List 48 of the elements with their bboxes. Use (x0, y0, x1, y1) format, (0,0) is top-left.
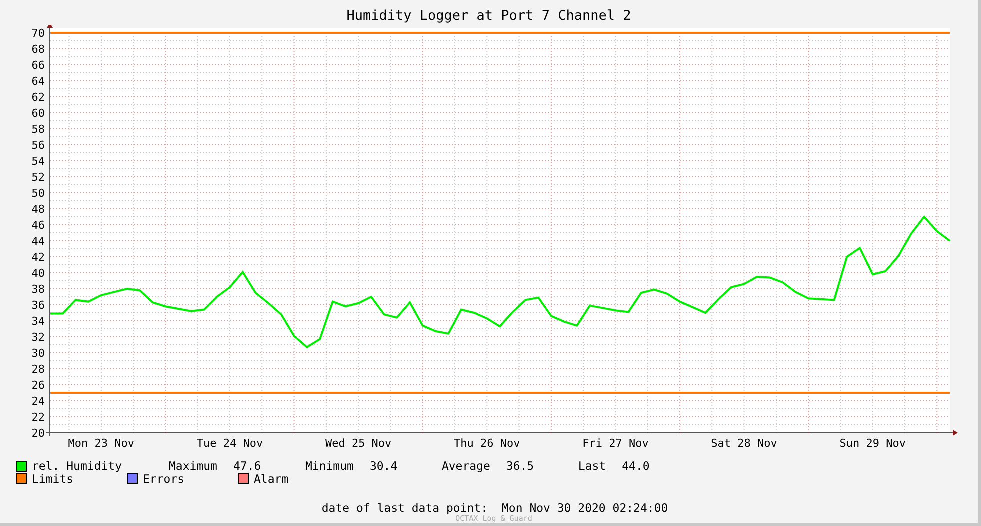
y-tick-label: 66 (32, 59, 45, 72)
y-tick-label: 20 (32, 427, 45, 440)
y-tick-label: 28 (32, 363, 45, 376)
x-tick-label: Tue 24 Nov (196, 437, 264, 450)
y-tick-label: 30 (32, 347, 45, 360)
last-data-value: Mon Nov 30 2020 02:24:00 (502, 501, 668, 515)
y-tick-label: 62 (32, 91, 45, 104)
x-tick-label: Sun 29 Nov (840, 437, 906, 450)
y-tick-label: 22 (32, 411, 45, 424)
stat-value: 36.5 (506, 459, 536, 474)
y-tick-label: 42 (32, 251, 45, 264)
y-tick-label: 60 (32, 107, 45, 120)
y-tick-label: 56 (32, 139, 45, 152)
y-tick-label: 44 (32, 235, 45, 248)
stat-value: 44.0 (622, 459, 651, 474)
y-tick-label: 34 (32, 315, 45, 328)
stat-label: Average (442, 459, 490, 474)
y-tick-label: 70 (32, 27, 45, 40)
y-tick-label: 32 (32, 331, 45, 344)
x-tick-label: Thu 26 Nov (454, 437, 520, 450)
y-tick-label: 36 (32, 299, 45, 312)
last-data-label: date of last data point: (322, 501, 488, 515)
y-tick-label: 50 (32, 187, 45, 200)
stat-value: 47.6 (233, 459, 262, 474)
legend-label: Errors (143, 472, 185, 486)
y-tick-label: 26 (32, 379, 45, 392)
chart-title: Humidity Logger at Port 7 Channel 2 (346, 7, 632, 25)
y-tick-label: 54 (32, 155, 45, 168)
y-tick-label: 24 (32, 395, 45, 408)
stat-label: Maximum (169, 459, 218, 474)
legend-label: Limits (32, 472, 74, 486)
x-tick-label: Mon 23 Nov (68, 437, 135, 450)
y-tick-label: 38 (32, 283, 45, 296)
legend-label: rel. Humidity (32, 459, 124, 474)
y-tick-label: 58 (32, 123, 45, 136)
x-tick-label: Wed 25 Nov (325, 437, 392, 450)
y-tick-label: 68 (32, 43, 45, 56)
stat-label: Minimum (305, 459, 354, 474)
stat-value: 30.4 (370, 459, 399, 474)
x-tick-label: Fri 27 Nov (582, 437, 649, 450)
y-tick-label: 46 (32, 219, 45, 232)
y-tick-label: 40 (32, 267, 45, 280)
legend-label: Alarm (254, 472, 289, 486)
y-tick-label: 48 (32, 203, 45, 216)
y-tick-label: 52 (32, 171, 45, 184)
x-tick-label: Sat 28 Nov (711, 437, 778, 450)
y-tick-label: 64 (32, 75, 45, 88)
stat-label: Last (578, 459, 606, 474)
